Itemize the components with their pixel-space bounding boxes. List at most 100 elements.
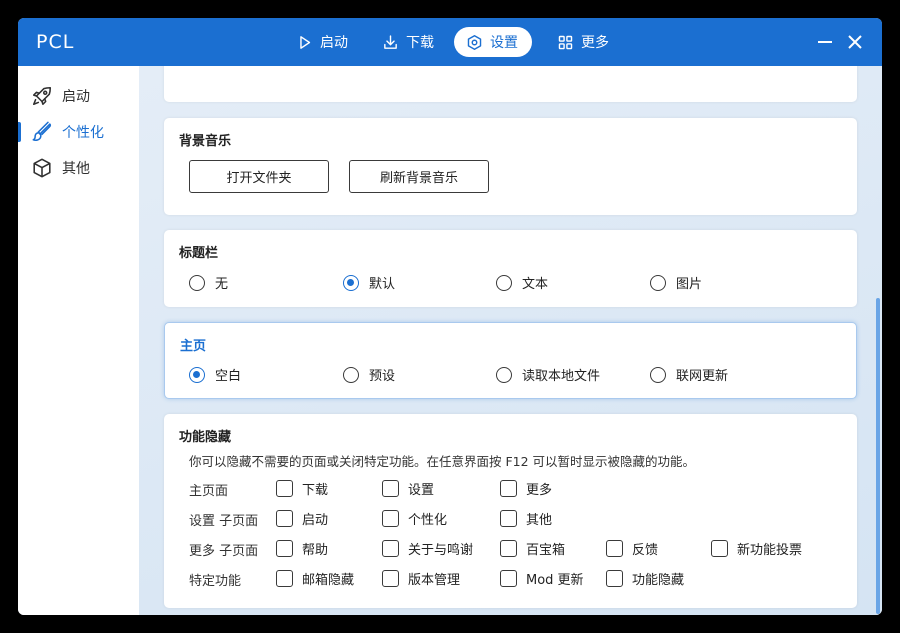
radio-label: 文本 [522,277,549,292]
checkbox-label: 反馈 [632,543,659,558]
music-card: 背景音乐 打开文件夹 刷新背景音乐 [164,118,857,215]
radio-label: 预设 [369,369,396,384]
radio-circle [496,274,512,291]
radio-circle [343,274,359,291]
active-indicator [18,122,21,142]
sidebar-item-label: 个性化 [62,125,104,141]
checkbox-label: 功能隐藏 [632,573,685,588]
play-icon [300,35,311,49]
radio-circle [650,274,666,291]
checkbox-hide-feature-hide[interactable]: 功能隐藏 [606,569,684,588]
checkbox-hide-about[interactable]: 关于与鸣谢 [382,539,473,558]
checkbox-box [500,540,517,557]
sidebar-item-other[interactable]: 其他 [18,153,139,183]
scrollbar[interactable] [876,298,880,614]
nav-download-button[interactable]: 下载 [370,27,446,57]
checkbox-hide-settings[interactable]: 设置 [382,479,434,498]
rocket-icon [32,86,52,106]
checkbox-label: 个性化 [408,513,448,528]
checkbox-box [606,570,623,587]
checkbox-box [382,570,399,587]
checkbox-label: 邮箱隐藏 [302,573,355,588]
radio-circle [496,366,512,383]
checkbox-hide-help[interactable]: 帮助 [276,539,328,558]
radio-titlebar-none[interactable]: 无 [189,273,228,292]
radio-label: 读取本地文件 [522,369,601,384]
checkbox-label: 新功能投票 [737,543,803,558]
radio-titlebar-text[interactable]: 文本 [496,273,548,292]
radio-label: 无 [215,277,229,292]
nav-launch-button[interactable]: 启动 [284,27,360,57]
radio-homepage-online[interactable]: 联网更新 [650,365,728,384]
radio-homepage-blank[interactable]: 空白 [189,365,241,384]
radio-homepage-preset[interactable]: 预设 [343,365,395,384]
checkbox-hide-mod-update[interactable]: Mod 更新 [500,569,584,588]
sidebar-item-launch[interactable]: 启动 [18,81,139,111]
nav-label: 更多 [581,35,609,51]
checkbox-box [276,570,293,587]
checkbox-label: Mod 更新 [526,573,584,588]
close-button[interactable] [845,32,865,52]
radio-label: 默认 [369,277,396,292]
checkbox-hide-email[interactable]: 邮箱隐藏 [276,569,354,588]
checkbox-box [500,510,517,527]
radio-titlebar-default[interactable]: 默认 [343,273,395,292]
grid-icon [558,35,573,49]
checkbox-box [382,540,399,557]
row-label: 特定功能 [189,574,242,589]
checkbox-label: 其他 [526,513,553,528]
title-bar: PCL 启动 下载 设置 更多 [18,18,882,66]
checkbox-hide-feedback[interactable]: 反馈 [606,539,658,558]
checkbox-hide-toolbox[interactable]: 百宝箱 [500,539,565,558]
settings-content[interactable]: 背景音乐 打开文件夹 刷新背景音乐 标题栏 无 默认 文本 图片 主页 空白 预… [139,66,882,615]
brush-icon [32,121,52,141]
app-window: PCL 启动 下载 设置 更多 启动 个性化 其他 背景音乐 打开文件夹 刷新背… [18,18,882,615]
nav-more-button[interactable]: 更多 [545,27,621,57]
row-label: 主页面 [189,484,229,499]
feature-hide-card: 功能隐藏 你可以隐藏不需要的页面或关闭特定功能。在任意界面按 F12 可以暂时显… [164,414,857,608]
close-icon [848,35,862,49]
box-icon [33,158,51,178]
checkbox-box [606,540,623,557]
download-icon [384,34,397,49]
refresh-music-button[interactable]: 刷新背景音乐 [349,160,489,193]
radio-label: 联网更新 [676,369,729,384]
radio-circle [189,366,205,383]
radio-homepage-local-file[interactable]: 读取本地文件 [496,365,600,384]
checkbox-box [382,510,399,527]
checkbox-box [500,480,517,497]
nav-label: 下载 [406,35,434,51]
card-title: 主页 [180,339,207,354]
nav-label: 设置 [490,35,518,51]
checkbox-label: 设置 [408,483,435,498]
checkbox-hide-other[interactable]: 其他 [500,509,552,528]
checkbox-box [276,480,293,497]
checkbox-hide-feature-vote[interactable]: 新功能投票 [711,539,802,558]
radio-label: 空白 [215,369,242,384]
radio-titlebar-image[interactable]: 图片 [650,273,702,292]
titlebar-card: 标题栏 无 默认 文本 图片 [164,230,857,307]
row-label: 设置 子页面 [189,514,259,529]
checkbox-hide-launch[interactable]: 启动 [276,509,328,528]
checkbox-box [276,510,293,527]
sidebar-item-personalize[interactable]: 个性化 [18,117,139,147]
nav-settings-button[interactable]: 设置 [454,27,532,57]
checkbox-hide-download[interactable]: 下载 [276,479,328,498]
radio-circle [189,274,205,291]
checkbox-label: 启动 [302,513,329,528]
checkbox-hide-personalize[interactable]: 个性化 [382,509,447,528]
radio-circle [650,366,666,383]
checkbox-label: 下载 [302,483,329,498]
row-label: 更多 子页面 [189,544,259,559]
minimize-icon [818,41,832,43]
checkbox-hide-version-manage[interactable]: 版本管理 [382,569,460,588]
checkbox-hide-more[interactable]: 更多 [500,479,552,498]
minimize-button[interactable] [815,32,835,52]
radio-label: 图片 [676,277,703,292]
checkbox-label: 关于与鸣谢 [408,543,474,558]
checkbox-box [276,540,293,557]
card-title: 标题栏 [179,246,219,261]
homepage-card: 主页 空白 预设 读取本地文件 联网更新 [164,322,857,399]
open-folder-button[interactable]: 打开文件夹 [189,160,329,193]
checkbox-label: 版本管理 [408,573,461,588]
